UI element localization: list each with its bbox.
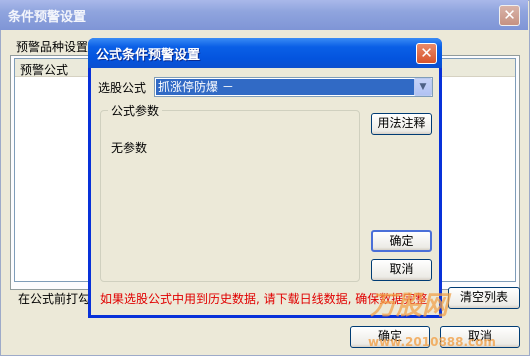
formula-selected-value[interactable]: 抓涨停防爆 － [156,79,414,95]
usage-notes-button[interactable]: 用法注释 [371,113,432,135]
bottom-note: 在公式前打勾 [18,292,91,306]
params-group-title: 公式参数 [108,102,163,119]
tab-warning-instruments[interactable]: 预警品种设置 [16,38,88,55]
watermark-url: www.2010888.com [368,335,496,349]
dialog-cancel-button[interactable]: 取消 [371,259,432,281]
list-header-formula[interactable]: 预警公式 [20,61,68,78]
chevron-down-icon[interactable]: ▼ [414,78,432,96]
outer-close-icon[interactable]: ✕ [499,5,520,26]
clear-list-button[interactable]: 清空列表 [448,287,520,309]
watermark-logo: 万股网 [370,291,449,321]
no-params-text: 无参数 [111,141,148,155]
params-group [100,110,360,282]
dialog-close-icon[interactable]: ✕ [416,43,437,64]
outer-window-title: 条件预警设置 [8,10,87,25]
dialog-title: 公式条件预警设置 [96,48,201,63]
formula-label: 选股公式 [98,81,147,95]
dialog-ok-button[interactable]: 确定 [371,230,432,252]
